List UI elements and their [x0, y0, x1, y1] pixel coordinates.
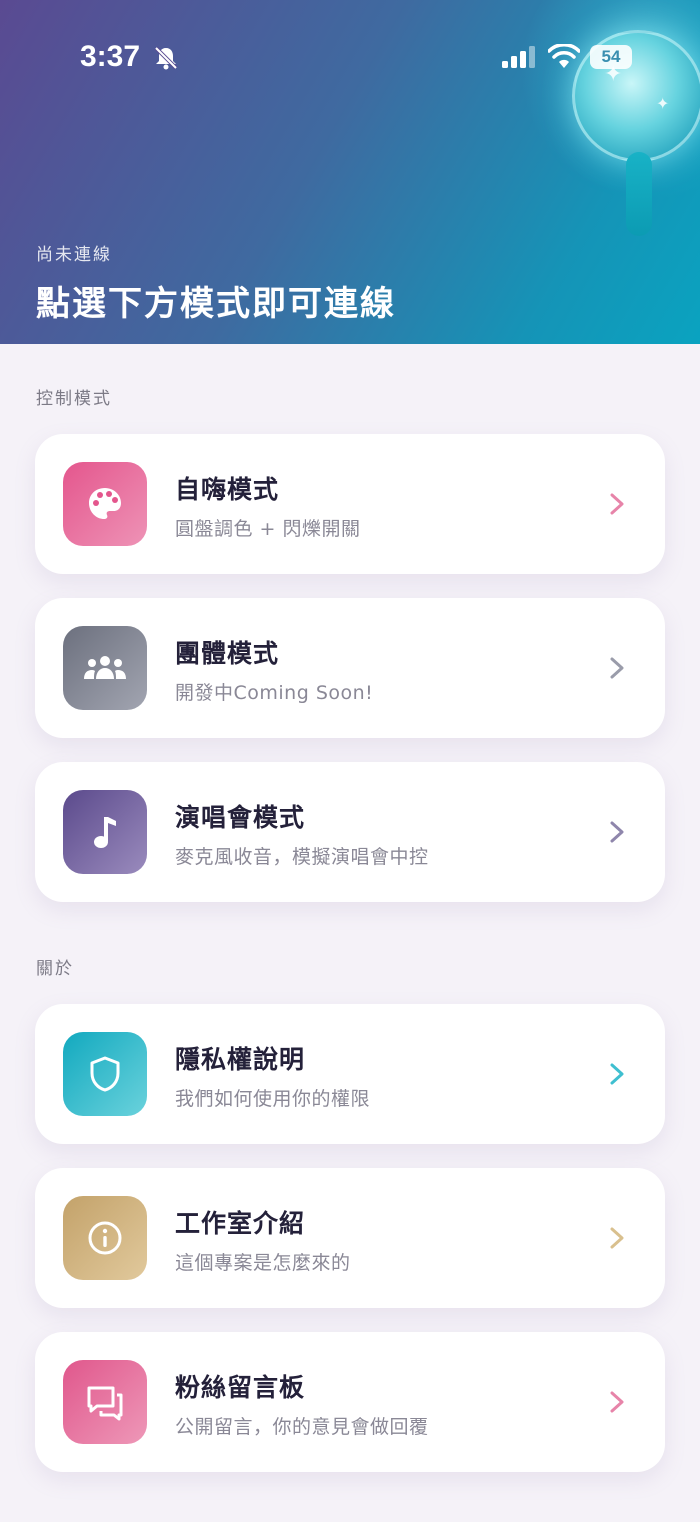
chevron-right-icon	[610, 493, 624, 515]
card-title: 工作室介紹	[175, 1209, 306, 1238]
chevron-right-icon	[610, 1391, 624, 1413]
chat-icon	[63, 1360, 147, 1444]
card-concert-mode[interactable]: 演唱會模式 麥克風收音，模擬演唱會中控	[35, 762, 665, 902]
header: ✦ ✦ 3:37 54 尚未連線 點選下方模式即可連線	[0, 0, 700, 344]
card-group-mode[interactable]: 團體模式 開發中Coming Soon!	[35, 598, 665, 738]
card-fan-board[interactable]: 粉絲留言板 公開留言，你的意見會做回覆	[35, 1332, 665, 1472]
card-description: 我們如何使用你的權限	[175, 1088, 371, 1110]
bell-muted-icon	[154, 46, 178, 70]
wifi-icon	[548, 44, 580, 68]
battery-indicator: 54	[590, 45, 632, 69]
card-title: 隱私權說明	[175, 1045, 306, 1074]
signal-icon	[502, 46, 535, 68]
card-description: 麥克風收音，模擬演唱會中控	[175, 846, 429, 868]
card-title: 自嗨模式	[175, 475, 280, 504]
palette-icon	[63, 462, 147, 546]
card-solo-mode[interactable]: 自嗨模式 圓盤調色 + 閃爍開關	[35, 434, 665, 574]
card-title: 演唱會模式	[175, 803, 306, 832]
card-description: 公開留言，你的意見會做回覆	[175, 1416, 429, 1438]
connection-status: 尚未連線	[36, 245, 112, 265]
status-time: 3:37	[80, 40, 141, 73]
chevron-right-icon	[610, 821, 624, 843]
page-title: 點選下方模式即可連線	[36, 284, 396, 324]
chevron-right-icon	[610, 657, 624, 679]
sparkle-icon: ✦	[656, 94, 670, 113]
card-description: 圓盤調色 + 閃爍開關	[175, 518, 361, 540]
section-label-about: 關於	[36, 959, 74, 979]
card-description: 這個專案是怎麼來的	[175, 1252, 351, 1274]
card-title: 團體模式	[175, 639, 280, 668]
card-privacy[interactable]: 隱私權說明 我們如何使用你的權限	[35, 1004, 665, 1144]
section-label-control: 控制模式	[36, 389, 112, 409]
chevron-right-icon	[610, 1063, 624, 1085]
group-icon	[63, 626, 147, 710]
card-title: 粉絲留言板	[175, 1373, 306, 1402]
card-studio-intro[interactable]: 工作室介紹 這個專案是怎麼來的	[35, 1168, 665, 1308]
wand-stick	[626, 152, 652, 236]
card-description: 開發中Coming Soon!	[175, 682, 374, 704]
music-note-icon	[63, 790, 147, 874]
shield-icon	[63, 1032, 147, 1116]
chevron-right-icon	[610, 1227, 624, 1249]
info-icon	[63, 1196, 147, 1280]
